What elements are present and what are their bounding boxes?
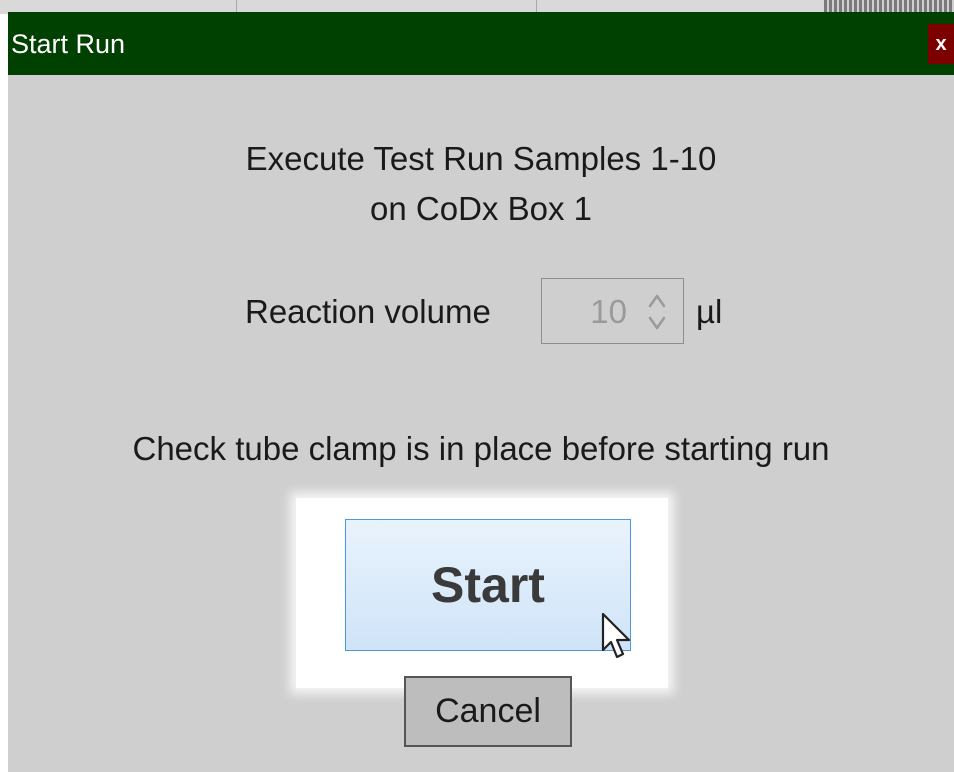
reaction-volume-stepper[interactable]: 10 (541, 278, 684, 344)
cancel-button[interactable]: Cancel (404, 676, 572, 747)
close-button[interactable]: x (928, 24, 954, 64)
tube-clamp-notice: Check tube clamp is in place before star… (132, 430, 830, 467)
chevron-up-icon[interactable] (645, 286, 669, 312)
dialog-title: Start Run (11, 29, 126, 59)
dialog-title-bar[interactable]: Start Run x (8, 12, 954, 75)
start-run-dialog: Start Run x Execute Test Run Samples 1-1… (8, 12, 954, 772)
mouse-pointer-icon (600, 612, 634, 662)
screen: Start Run x Execute Test Run Samples 1-1… (0, 0, 954, 772)
reaction-volume-value: 10 (590, 293, 627, 330)
run-heading-line-2: on CoDx Box 1 (370, 190, 592, 227)
chevron-down-icon[interactable] (645, 312, 669, 338)
start-button[interactable]: Start (345, 519, 631, 651)
run-heading-line-1: Execute Test Run Samples 1-10 (245, 140, 717, 177)
reaction-volume-unit: µl (696, 293, 723, 330)
reaction-volume-label: Reaction volume (245, 293, 491, 330)
